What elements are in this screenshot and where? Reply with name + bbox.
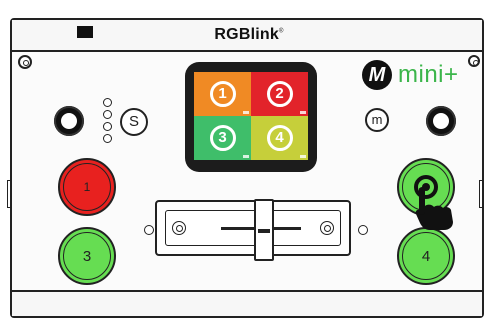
- led-indicator-1: [103, 98, 112, 107]
- quad-number-3: 3: [209, 125, 236, 151]
- input-3-button[interactable]: 3: [58, 227, 116, 285]
- m-button[interactable]: m: [365, 108, 389, 132]
- preview-screen: 1 2 3 4: [185, 62, 317, 172]
- fader-screw-right-icon: [320, 221, 334, 235]
- input-3-label: 3: [82, 247, 92, 265]
- led-indicator-4: [103, 134, 112, 143]
- model-logo-letter: M: [368, 64, 386, 86]
- device-illustration: RGBlink® M mini+ S m 1 2 3 4 1 3 4: [0, 0, 490, 325]
- input-1-button-face: 1: [63, 163, 111, 211]
- brand-logo: RGBlink®: [12, 26, 486, 44]
- left-volume-knob[interactable]: [54, 106, 84, 136]
- s-button[interactable]: S: [120, 108, 148, 136]
- quad-view-grid: 1 2 3 4: [194, 72, 308, 160]
- fader-handle[interactable]: [254, 199, 274, 261]
- led-indicator-2: [103, 110, 112, 119]
- right-volume-knob[interactable]: [426, 106, 456, 136]
- quad-view-4: 4: [251, 116, 308, 160]
- s-button-label: S: [128, 113, 139, 130]
- m-button-label: m: [371, 112, 383, 127]
- left-side-port: [7, 180, 11, 208]
- model-logo-badge: M: [362, 60, 392, 90]
- quad-view-3: 3: [194, 116, 251, 160]
- fader-led-left: [144, 225, 154, 235]
- pointing-hand-icon: [415, 187, 453, 230]
- brand-name: RGBlink: [214, 26, 279, 43]
- input-3-button-face: 3: [63, 232, 111, 280]
- fader-guide: [165, 199, 341, 261]
- input-1-button[interactable]: 1: [58, 158, 116, 216]
- input-4-button[interactable]: 4: [397, 227, 455, 285]
- bottom-panel: [12, 290, 482, 316]
- quad-source-tag: [243, 111, 249, 114]
- screw-top-left-icon: [18, 55, 32, 69]
- fader-led-right: [358, 225, 368, 235]
- quad-number-1: 1: [209, 81, 236, 107]
- model-name: mini+: [398, 61, 459, 88]
- top-panel: RGBlink®: [12, 20, 482, 52]
- input-4-button-face: 4: [402, 232, 450, 280]
- input-1-label: 1: [83, 180, 91, 194]
- led-indicator-3: [103, 122, 112, 131]
- quad-source-tag: [300, 155, 306, 158]
- quad-view-2: 2: [251, 72, 308, 116]
- input-4-label: 4: [421, 247, 431, 265]
- model-logo: M mini+: [362, 60, 459, 90]
- quad-number-4: 4: [266, 125, 293, 151]
- screw-top-right-icon: [468, 55, 480, 67]
- t-bar-fader[interactable]: [155, 199, 351, 261]
- brand-registered-mark: ®: [278, 28, 284, 35]
- quad-view-1: 1: [194, 72, 251, 116]
- right-side-port: [479, 180, 483, 208]
- fader-screw-left-icon: [172, 221, 186, 235]
- quad-number-2: 2: [266, 81, 293, 107]
- quad-source-tag: [243, 155, 249, 158]
- quad-source-tag: [300, 111, 306, 114]
